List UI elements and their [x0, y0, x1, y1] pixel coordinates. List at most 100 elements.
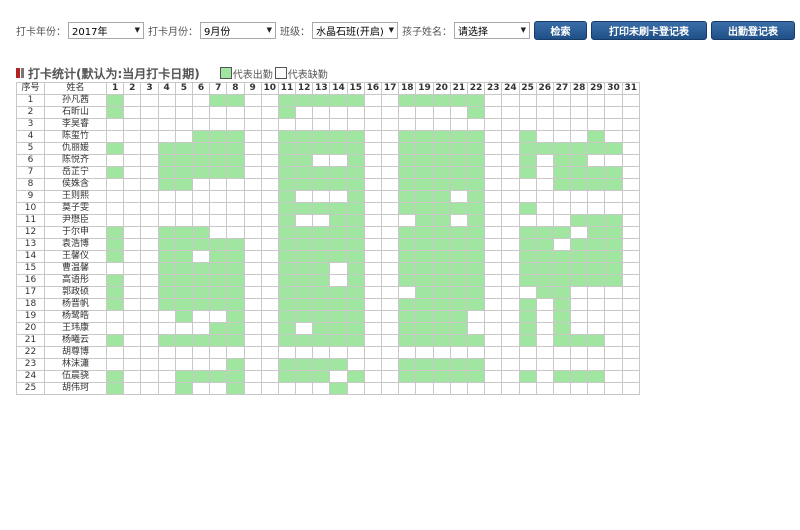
- header-day: 25: [518, 82, 537, 95]
- attendance-cell: [363, 298, 383, 311]
- attendance-cell: [260, 130, 279, 143]
- attendance-cell: [621, 322, 640, 335]
- attendance-cell: [191, 106, 211, 119]
- attendance-cell: [363, 310, 383, 323]
- attendance-cell: [174, 286, 193, 299]
- attendance-cell: [484, 94, 503, 107]
- attendance-cell: [587, 298, 606, 311]
- row-index: 9: [16, 190, 45, 203]
- attendance-cell: [535, 190, 554, 203]
- attendance-cell: [432, 274, 451, 287]
- attendance-cell: [449, 142, 468, 155]
- attendance-cell: [570, 94, 589, 107]
- attendance-cell: [243, 346, 262, 359]
- attendance-cell: [329, 382, 348, 395]
- attendance-cell: [105, 382, 125, 395]
- attendance-cell: [415, 298, 434, 311]
- attendance-cell: [432, 226, 451, 239]
- attendance-cell: [449, 250, 468, 263]
- attendance-cell: [157, 382, 176, 395]
- attendance-cell: [243, 250, 262, 263]
- attendance-cell: [243, 190, 262, 203]
- attendance-cell: [552, 274, 572, 287]
- attendance-cell: [466, 154, 486, 167]
- row-name: 胡伟珂: [44, 382, 107, 395]
- attendance-cell: [484, 322, 503, 335]
- table-header-row: 序号 姓名 1 2 3 4 5 6 7 8 9 10 11 12 13 14 15 16 17 18 19 20 21 2…: [16, 82, 640, 95]
- attendance-cell: [380, 286, 400, 299]
- row-index: 16: [16, 274, 45, 287]
- attendance-cell: [501, 322, 520, 335]
- row-index: 22: [16, 346, 45, 359]
- class-select[interactable]: 水晶石班(开启) ▼: [312, 21, 398, 39]
- attendance-cell: [587, 106, 606, 119]
- attendance-cell: [260, 106, 279, 119]
- month-select[interactable]: 9月份 ▼: [200, 21, 276, 39]
- attendance-cell: [415, 274, 434, 287]
- child-select[interactable]: 请选择 ▼: [454, 21, 530, 39]
- row-name: 曹温馨: [44, 262, 107, 275]
- row-name: 杨鹭皓: [44, 310, 107, 323]
- search-button[interactable]: 检索: [534, 20, 587, 40]
- attendance-cell: [535, 286, 554, 299]
- attendance-cell: [140, 322, 159, 335]
- attendance-cell: [226, 382, 245, 395]
- attendance-cell: [157, 274, 176, 287]
- attendance-cell: [621, 190, 640, 203]
- row-name: 李昊睿: [44, 118, 107, 131]
- year-select[interactable]: 2017年 ▼: [68, 21, 144, 39]
- attendance-cell: [398, 190, 417, 203]
- attendance-cell: [191, 250, 211, 263]
- attendance-cell: [140, 334, 159, 347]
- row-index: 10: [16, 202, 45, 215]
- attendance-cell: [346, 370, 365, 383]
- attendance-cell: [415, 370, 434, 383]
- attendance-cell: [415, 226, 434, 239]
- attendance-cell: [380, 94, 400, 107]
- attendance-cell: [484, 346, 503, 359]
- table-row: 13 袁浩博: [16, 238, 640, 251]
- attendance-cell: [398, 130, 417, 143]
- table-row: 8 侯姝含: [16, 178, 640, 191]
- attendance-cell: [621, 166, 640, 179]
- attendance-cell: [226, 130, 245, 143]
- attendance-cell: [140, 346, 159, 359]
- attendance-cell: [535, 202, 554, 215]
- attendance-cell: [157, 118, 176, 131]
- row-index: 3: [16, 118, 45, 131]
- attendance-cell: [484, 238, 503, 251]
- attendance-cell: [191, 154, 211, 167]
- header-day: 1: [105, 82, 125, 95]
- attendance-cell: [329, 154, 348, 167]
- attendance-cell: [363, 238, 383, 251]
- attendance-cell: [123, 178, 142, 191]
- row-index: 17: [16, 286, 45, 299]
- attendance-cell: [174, 370, 193, 383]
- attendance-cell: [570, 106, 589, 119]
- print-unswiped-button[interactable]: 打印未刷卡登记表: [591, 20, 707, 40]
- attendance-cell: [295, 214, 314, 227]
- attendance-cell: [346, 166, 365, 179]
- attendance-cell: [535, 298, 554, 311]
- attendance-cell: [295, 166, 314, 179]
- attendance-cell: [191, 286, 211, 299]
- attendance-cell: [209, 118, 228, 131]
- attendance-cell: [260, 286, 279, 299]
- print-attendance-button[interactable]: 出勤登记表: [711, 20, 795, 40]
- attendance-cell: [123, 250, 142, 263]
- attendance-cell: [380, 130, 400, 143]
- attendance-cell: [191, 118, 211, 131]
- header-day: 14: [329, 82, 348, 95]
- attendance-cell: [501, 346, 520, 359]
- attendance-cell: [174, 118, 193, 131]
- attendance-cell: [346, 190, 365, 203]
- row-name: 王则熙: [44, 190, 107, 203]
- attendance-cell: [535, 118, 554, 131]
- attendance-cell: [552, 166, 572, 179]
- attendance-cell: [157, 130, 176, 143]
- attendance-cell: [518, 202, 537, 215]
- attendance-cell: [191, 370, 211, 383]
- attendance-cell: [587, 202, 606, 215]
- attendance-cell: [260, 166, 279, 179]
- attendance-cell: [174, 346, 193, 359]
